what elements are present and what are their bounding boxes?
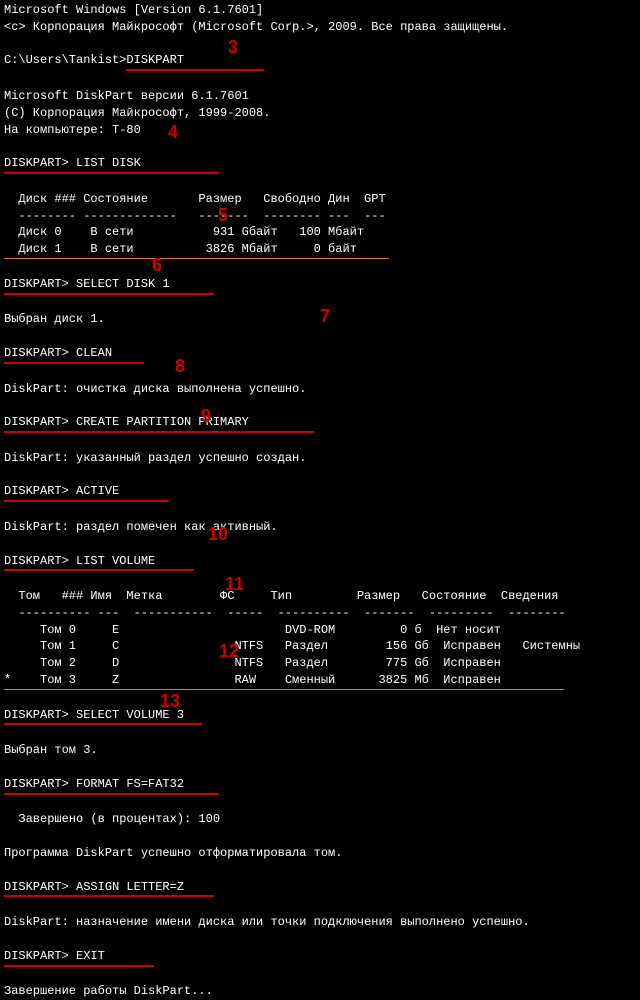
- cmd-exit: EXIT: [76, 949, 105, 963]
- disk-row-0: Диск 0 В сети 931 Gбайт 100 Мбайт: [4, 224, 636, 241]
- msg-assign: DiskPart: назначение имени диска или точ…: [4, 914, 636, 931]
- cmd-create-partition: CREATE PARTITION PRIMARY: [76, 415, 249, 429]
- os-copyright: <с> Корпорация Майкрософт (Microsoft Cor…: [4, 19, 636, 36]
- cmd-assign: ASSIGN LETTER=Z: [76, 880, 184, 894]
- vol-row-1: Том 1 C NTFS Раздел 156 Gб Исправен Сист…: [4, 638, 636, 655]
- cmd-diskpart: DISKPART: [126, 52, 264, 71]
- dp-prompt: DISKPART>: [4, 156, 76, 170]
- cmd-select-disk: SELECT DISK 1: [76, 277, 170, 291]
- diskpart-copyright: (С) Корпорация Майкрософт, 1999-2008.: [4, 105, 636, 122]
- vol-table-divider: ---------- --- ----------- ----- -------…: [4, 605, 636, 622]
- step-5-label: 5: [218, 203, 228, 228]
- step-7-label: 7: [320, 304, 330, 329]
- step-11-label: 11: [225, 572, 244, 597]
- diskpart-computer: На компьютере: T-80: [4, 122, 636, 139]
- prompt-list-disk[interactable]: DISKPART> LIST DISK: [4, 155, 636, 174]
- msg-clean: DiskPart: очистка диска выполнена успешн…: [4, 381, 636, 398]
- prompt-active[interactable]: DISKPART> ACTIVE: [4, 483, 636, 502]
- disk-table-divider: -------- ------------- ------- -------- …: [4, 208, 636, 225]
- prompt-select-disk[interactable]: DISKPART> SELECT DISK 1: [4, 276, 636, 295]
- shell-path: C:\Users\Tankist>: [4, 53, 126, 67]
- cmd-clean: CLEAN: [76, 346, 112, 360]
- step-13-label: 13: [160, 689, 180, 714]
- prompt-exit[interactable]: DISKPART> EXIT: [4, 948, 636, 967]
- prompt-format[interactable]: DISKPART> FORMAT FS=FAT32: [4, 776, 636, 795]
- prompt-assign[interactable]: DISKPART> ASSIGN LETTER=Z: [4, 879, 636, 898]
- step-4-label: 4: [168, 120, 178, 145]
- vol-row-3: * Том 3 Z RAW Сменный 3825 Мб Исправен: [4, 672, 636, 690]
- step-6-label: 6: [152, 253, 162, 278]
- msg-exit: Завершение работы DiskPart...: [4, 983, 636, 1000]
- disk-row-1: Диск 1 В сети 3826 Мбайт 0 байт: [4, 241, 636, 259]
- cmd-format: FORMAT FS=FAT32: [76, 777, 184, 791]
- cmd-list-disk: LIST DISK: [76, 156, 141, 170]
- msg-format-done: Программа DiskPart успешно отформатирова…: [4, 845, 636, 862]
- prompt-list-volume[interactable]: DISKPART> LIST VOLUME: [4, 553, 636, 572]
- step-10-label: 10: [208, 522, 228, 547]
- cmd-list-volume: LIST VOLUME: [76, 554, 155, 568]
- step-8-label: 8: [175, 354, 185, 379]
- prompt-select-volume[interactable]: DISKPART> SELECT VOLUME 3: [4, 707, 636, 726]
- step-9-label: 9: [201, 404, 211, 429]
- os-version: Microsoft Windows [Version 6.1.7601]: [4, 2, 636, 19]
- diskpart-version: Microsoft DiskPart версии 6.1.7601: [4, 88, 636, 105]
- vol-row-0: Том 0 E DVD-ROM 0 б Нет носит: [4, 622, 636, 639]
- prompt-clean[interactable]: DISKPART> CLEAN: [4, 345, 636, 364]
- step-3-label: 3: [228, 35, 238, 60]
- vol-table-header: Том ### Имя Метка ФС Тип Размер Состояни…: [4, 588, 636, 605]
- step-12-label: 12: [219, 639, 239, 664]
- vol-row-2: Том 2 D NTFS Раздел 775 Gб Исправен: [4, 655, 636, 672]
- msg-vol-selected: Выбран том 3.: [4, 742, 636, 759]
- disk-table-header: Диск ### Состояние Размер Свободно Дин G…: [4, 191, 636, 208]
- cmd-active: ACTIVE: [76, 484, 119, 498]
- prompt-create-partition[interactable]: DISKPART> CREATE PARTITION PRIMARY: [4, 414, 636, 433]
- prompt-diskpart[interactable]: C:\Users\Tankist>DISKPART: [4, 52, 636, 71]
- msg-active: DiskPart: раздел помечен как активный.: [4, 519, 636, 536]
- msg-create: DiskPart: указанный раздел успешно созда…: [4, 450, 636, 467]
- msg-format-progress: Завершено (в процентах): 100: [4, 811, 636, 828]
